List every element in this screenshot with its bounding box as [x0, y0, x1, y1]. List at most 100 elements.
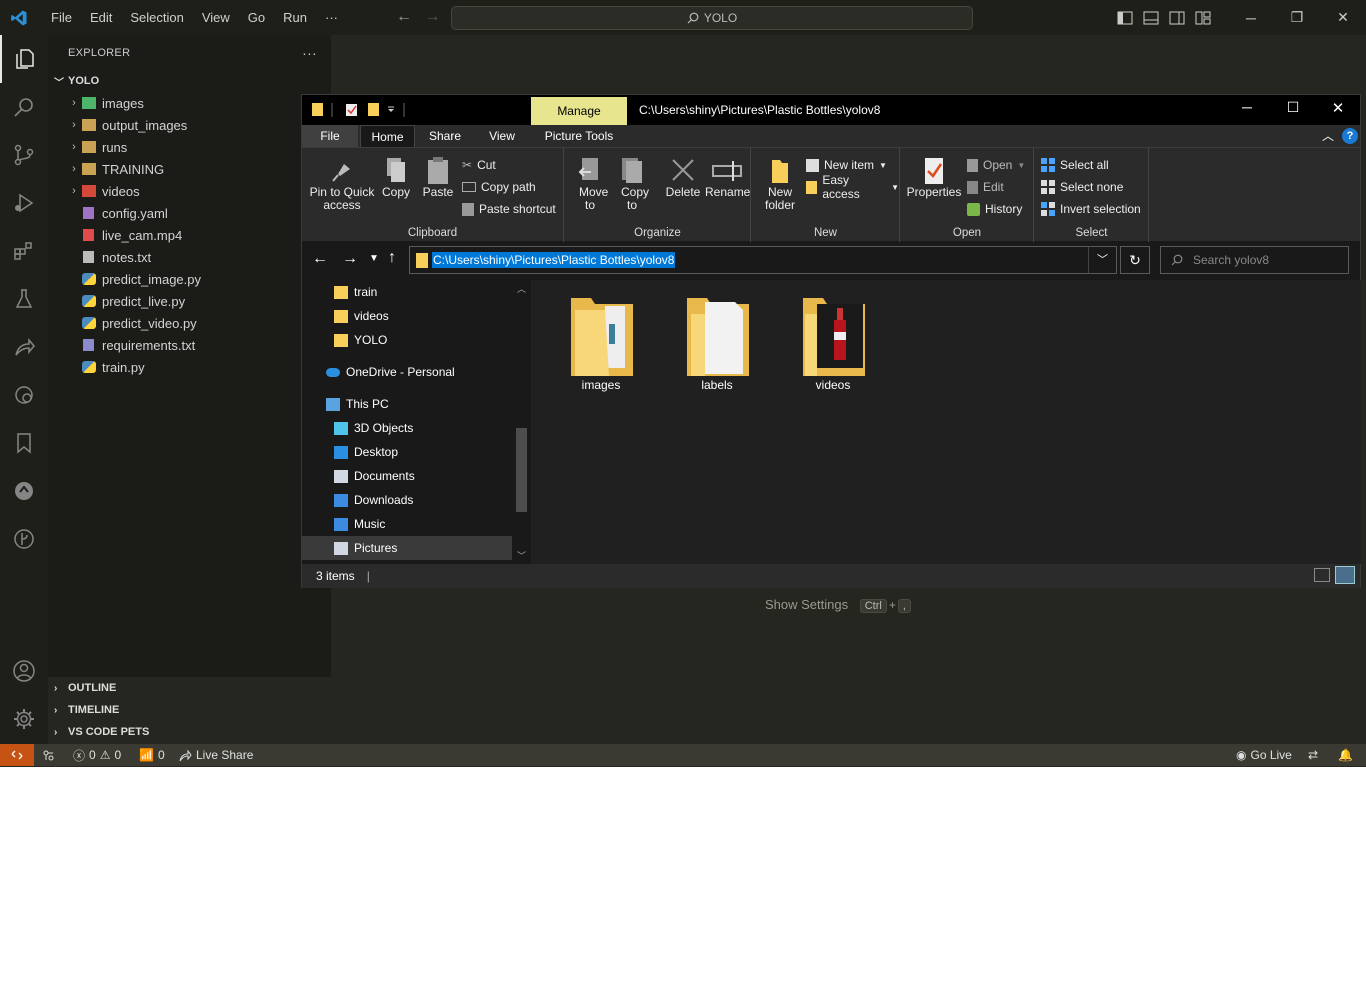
- paste-shortcut-button[interactable]: Paste shortcut: [462, 200, 556, 218]
- nav-item[interactable]: OneDrive - Personal: [302, 360, 512, 384]
- accounts-status-icon[interactable]: [42, 744, 55, 766]
- address-bar[interactable]: C:\Users\shiny\Pictures\Plastic Bottles\…: [409, 246, 1117, 274]
- tree-file[interactable]: predict_image.py: [48, 268, 331, 290]
- tree-folder[interactable]: › videos: [48, 180, 331, 202]
- nav-item[interactable]: train: [302, 280, 512, 304]
- easy-access-button[interactable]: Easy access ▼: [806, 173, 899, 201]
- tree-file[interactable]: config.yaml: [48, 202, 331, 224]
- manage-gear-icon[interactable]: [0, 695, 48, 743]
- history-button[interactable]: History: [967, 200, 1022, 218]
- tab-picture-tools[interactable]: Picture Tools: [531, 125, 627, 147]
- copy-to-button[interactable]: Copy to: [613, 156, 651, 212]
- search-box[interactable]: Search yolov8: [1160, 246, 1349, 274]
- folder-tile-videos[interactable]: videos: [785, 294, 881, 392]
- scroll-up-icon[interactable]: ︿: [517, 282, 526, 295]
- edit-button[interactable]: Edit: [967, 178, 1004, 196]
- explorer-activity-icon[interactable]: [0, 35, 48, 83]
- tree-file[interactable]: predict_live.py: [48, 290, 331, 312]
- copy-path-button[interactable]: Copy path: [462, 178, 536, 196]
- select-all-button[interactable]: Select all: [1041, 156, 1109, 174]
- collapse-ribbon-icon[interactable]: ︿: [1322, 127, 1334, 144]
- new-item-button[interactable]: New item ▼: [806, 156, 887, 174]
- problems-status[interactable]: ⓧ 0 ⚠ 0: [73, 744, 121, 766]
- remote-explorer-icon[interactable]: [0, 371, 48, 419]
- tab-view[interactable]: View: [476, 125, 528, 147]
- back-button[interactable]: ←: [312, 250, 328, 268]
- manage-tab[interactable]: Manage: [531, 97, 627, 125]
- ports-status[interactable]: 📶 0: [139, 744, 165, 766]
- folder-tile-images[interactable]: images: [553, 294, 649, 392]
- menu-more[interactable]: ···: [316, 10, 347, 25]
- tree-file[interactable]: predict_video.py: [48, 312, 331, 334]
- minimize-button[interactable]: ─: [1228, 0, 1274, 35]
- run-debug-icon[interactable]: [0, 179, 48, 227]
- delete-button[interactable]: Delete: [661, 156, 705, 199]
- move-to-button[interactable]: Move to: [571, 156, 609, 212]
- more-actions-icon[interactable]: ···: [302, 45, 317, 61]
- menu-view[interactable]: View: [193, 10, 239, 25]
- select-none-button[interactable]: Select none: [1041, 178, 1123, 196]
- feedback-icon[interactable]: ⇄: [1308, 744, 1318, 766]
- forward-button[interactable]: →: [342, 250, 358, 268]
- tree-file[interactable]: requirements.txt: [48, 334, 331, 356]
- command-center-search[interactable]: YOLO: [451, 6, 973, 30]
- up-button[interactable]: ↑: [388, 249, 396, 267]
- nav-item[interactable]: Pictures: [302, 536, 512, 560]
- refresh-button[interactable]: ↻: [1120, 246, 1150, 274]
- back-arrow-icon[interactable]: ←: [396, 8, 412, 25]
- source-control-icon[interactable]: [0, 131, 48, 179]
- properties-button[interactable]: Properties: [905, 156, 963, 199]
- open-button[interactable]: Open ▼: [967, 156, 1025, 174]
- toggle-panel-icon[interactable]: [1138, 0, 1164, 35]
- pin-quick-access-button[interactable]: Pin to Quick access: [306, 156, 378, 212]
- toggle-sidebar-icon[interactable]: [1112, 0, 1138, 35]
- scroll-down-icon[interactable]: ﹀: [517, 549, 526, 562]
- tab-share[interactable]: Share: [419, 125, 471, 147]
- menu-run[interactable]: Run: [274, 10, 316, 25]
- remote-indicator-icon[interactable]: [0, 744, 34, 766]
- toggle-secondary-sidebar-icon[interactable]: [1164, 0, 1190, 35]
- search-activity-icon[interactable]: [0, 83, 48, 131]
- restore-button[interactable]: ❐: [1274, 0, 1320, 35]
- nav-item[interactable]: Music: [302, 512, 512, 536]
- outline-section[interactable]: › OUTLINE: [48, 677, 331, 699]
- menu-file[interactable]: File: [42, 10, 81, 25]
- menu-edit[interactable]: Edit: [81, 10, 121, 25]
- extensions-icon[interactable]: [0, 227, 48, 275]
- forward-arrow-icon[interactable]: →: [424, 8, 440, 25]
- live-share-activity-icon[interactable]: [0, 323, 48, 371]
- live-share-status[interactable]: Live Share: [179, 744, 253, 766]
- tree-folder[interactable]: › runs: [48, 136, 331, 158]
- cut-button[interactable]: ✂ Cut: [462, 156, 496, 174]
- tree-folder[interactable]: › TRAINING: [48, 158, 331, 180]
- nav-item[interactable]: Documents: [302, 464, 512, 488]
- explorer-maximize-button[interactable]: ☐: [1270, 99, 1316, 116]
- customize-layout-icon[interactable]: [1190, 0, 1216, 35]
- nav-item[interactable]: YOLO: [302, 328, 512, 352]
- testing-icon[interactable]: [0, 275, 48, 323]
- tree-file[interactable]: train.py: [48, 356, 331, 378]
- new-folder-button[interactable]: New folder: [760, 156, 800, 212]
- tree-folder[interactable]: › images: [48, 92, 331, 114]
- timeline-section[interactable]: › TIMELINE: [48, 699, 331, 721]
- tab-home[interactable]: Home: [360, 125, 415, 147]
- git-graph-icon[interactable]: [0, 515, 48, 563]
- nav-scrollbar[interactable]: ︿ ﹀: [513, 280, 530, 564]
- workspace-root[interactable]: ﹀ YOLO: [48, 70, 331, 92]
- nav-item[interactable]: This PC: [302, 392, 512, 416]
- menu-selection[interactable]: Selection: [121, 10, 192, 25]
- help-icon[interactable]: ?: [1342, 128, 1358, 144]
- recent-locations-chevron-icon[interactable]: ▼: [369, 253, 379, 264]
- nav-item[interactable]: Downloads: [302, 488, 512, 512]
- rename-button[interactable]: Rename: [705, 156, 750, 199]
- large-icons-view-icon[interactable]: [1335, 566, 1355, 584]
- tree-file[interactable]: live_cam.mp4: [48, 224, 331, 246]
- details-view-icon[interactable]: [1314, 568, 1330, 582]
- nav-item[interactable]: Desktop: [302, 440, 512, 464]
- vscode-pets-section[interactable]: › VS CODE PETS: [48, 721, 331, 743]
- bookmarks-icon[interactable]: [0, 419, 48, 467]
- notifications-bell-icon[interactable]: 🔔: [1338, 744, 1353, 766]
- folder-tile-labels[interactable]: labels: [669, 294, 765, 392]
- tree-file[interactable]: notes.txt: [48, 246, 331, 268]
- close-button[interactable]: ✕: [1320, 0, 1366, 35]
